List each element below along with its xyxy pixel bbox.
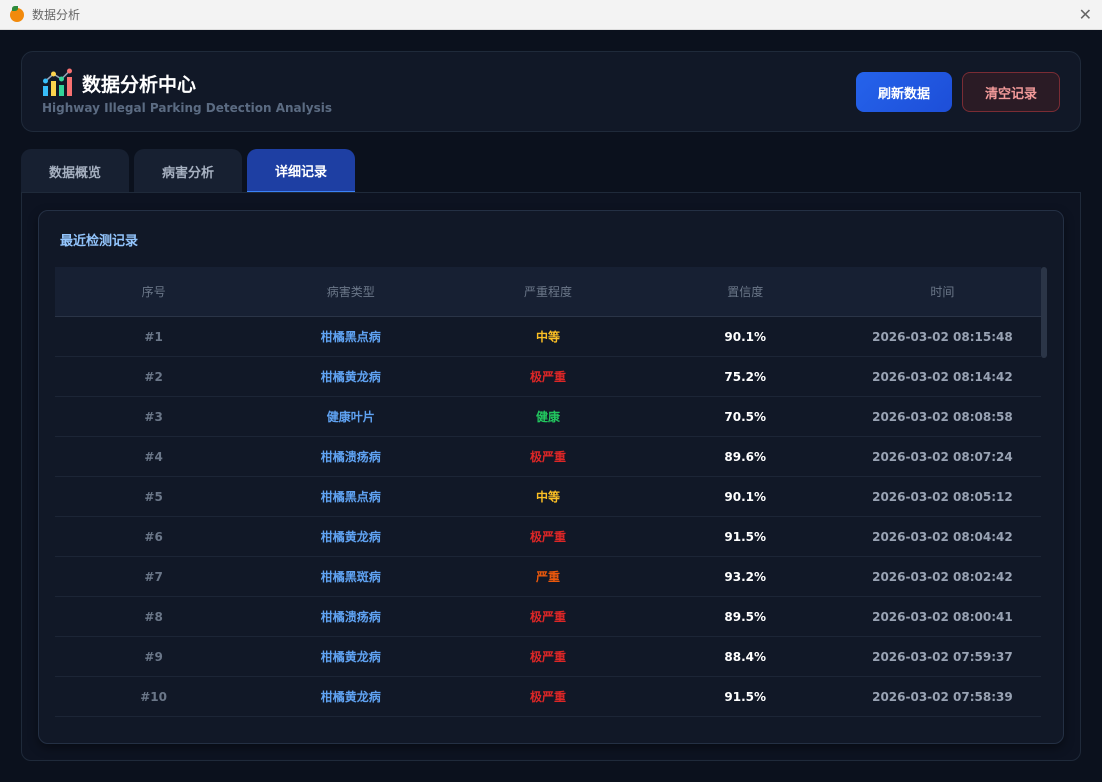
detection-time: 2026-03-02 08:05:12 — [872, 489, 1013, 504]
severity-label: 极严重 — [530, 690, 567, 704]
table-row[interactable]: #8 柑橘溃疡病 极严重 89.5% 2026-03-02 08:00:41 — [55, 597, 1041, 637]
severity-label: 严重 — [536, 570, 561, 584]
disease-type: 柑橘黑点病 — [320, 330, 381, 344]
detection-time: 2026-03-02 08:07:24 — [872, 449, 1013, 464]
disease-type: 柑橘溃疡病 — [320, 450, 381, 464]
disease-type: 柑橘溃疡病 — [320, 610, 381, 624]
disease-type: 柑橘黄龙病 — [320, 530, 381, 544]
record-id: #5 — [144, 489, 163, 504]
record-id: #4 — [144, 449, 163, 464]
record-id: #9 — [144, 649, 163, 664]
column-header-id[interactable]: 序号 — [55, 283, 252, 300]
refresh-data-button[interactable]: 刷新数据 — [856, 72, 952, 112]
severity-label: 健康 — [536, 410, 561, 424]
record-id: #3 — [144, 409, 163, 424]
table-row[interactable]: #10 柑橘黄龙病 极严重 91.5% 2026-03-02 07:58:39 — [55, 677, 1041, 717]
confidence-value: 89.6% — [724, 449, 767, 464]
table-row[interactable]: #6 柑橘黄龙病 极严重 91.5% 2026-03-02 08:04:42 — [55, 517, 1041, 557]
confidence-value: 90.1% — [724, 489, 767, 504]
tab-panel: 最近检测记录 序号 病害类型 严重程度 置信度 时间 #1 柑橘黑点病 中等 90.1… — [21, 192, 1081, 761]
disease-type: 柑橘黄龙病 — [320, 650, 381, 664]
records-card: 最近检测记录 序号 病害类型 严重程度 置信度 时间 #1 柑橘黑点病 中等 90.1… — [38, 210, 1064, 744]
column-header-type[interactable]: 病害类型 — [252, 283, 449, 300]
record-id: #10 — [140, 689, 167, 704]
close-icon[interactable]: ✕ — [1079, 5, 1092, 24]
table-row[interactable]: #4 柑橘溃疡病 极严重 89.6% 2026-03-02 08:07:24 — [55, 437, 1041, 477]
severity-label: 极严重 — [530, 650, 567, 664]
severity-label: 极严重 — [530, 450, 567, 464]
confidence-value: 88.4% — [724, 649, 767, 664]
disease-type: 柑橘黑斑病 — [320, 570, 381, 584]
records-table: 序号 病害类型 严重程度 置信度 时间 #1 柑橘黑点病 中等 90.1% 2026-0… — [55, 267, 1041, 717]
disease-type: 柑橘黑点病 — [320, 490, 381, 504]
chart-icon — [43, 68, 72, 96]
severity-label: 中等 — [536, 330, 561, 344]
column-header-time[interactable]: 时间 — [844, 283, 1041, 300]
record-id: #2 — [144, 369, 163, 384]
confidence-value: 90.1% — [724, 329, 767, 344]
table-row[interactable]: #7 柑橘黑斑病 严重 93.2% 2026-03-02 08:02:42 — [55, 557, 1041, 597]
severity-label: 极严重 — [530, 610, 567, 624]
clear-records-button[interactable]: 清空记录 — [962, 72, 1060, 112]
disease-type: 柑橘黄龙病 — [320, 370, 381, 384]
confidence-value: 91.5% — [724, 529, 767, 544]
disease-type: 柑橘黄龙病 — [320, 690, 381, 704]
tab-disease-analysis[interactable]: 病害分析 — [134, 149, 242, 193]
record-id: #1 — [144, 329, 163, 344]
confidence-value: 75.2% — [724, 369, 767, 384]
severity-label: 极严重 — [530, 370, 567, 384]
disease-type: 健康叶片 — [326, 410, 375, 424]
detection-time: 2026-03-02 08:15:48 — [872, 329, 1013, 344]
record-id: #8 — [144, 609, 163, 624]
page-subtitle: Highway Illegal Parking Detection Analys… — [42, 101, 332, 115]
table-row[interactable]: #1 柑橘黑点病 中等 90.1% 2026-03-02 08:15:48 — [55, 317, 1041, 357]
detection-time: 2026-03-02 08:00:41 — [872, 609, 1013, 624]
column-header-severity[interactable]: 严重程度 — [449, 283, 646, 300]
window-title: 数据分析 — [32, 8, 81, 22]
tab-detailed-records[interactable]: 详细记录 — [247, 149, 355, 193]
detection-time: 2026-03-02 08:08:58 — [872, 409, 1013, 424]
severity-label: 极严重 — [530, 530, 567, 544]
severity-label: 中等 — [536, 490, 561, 504]
window-titlebar: 数据分析 ✕ — [0, 0, 1102, 30]
detection-time: 2026-03-02 08:02:42 — [872, 569, 1013, 584]
page-title: 数据分析中心 — [82, 74, 197, 96]
confidence-value: 93.2% — [724, 569, 767, 584]
table-scrollbar[interactable] — [1041, 267, 1047, 358]
detection-time: 2026-03-02 07:59:37 — [872, 649, 1013, 664]
column-header-confidence[interactable]: 置信度 — [647, 283, 844, 300]
confidence-value: 89.5% — [724, 609, 767, 624]
tab-overview[interactable]: 数据概览 — [21, 149, 129, 193]
table-row[interactable]: #5 柑橘黑点病 中等 90.1% 2026-03-02 08:05:12 — [55, 477, 1041, 517]
table-row[interactable]: #9 柑橘黄龙病 极严重 88.4% 2026-03-02 07:59:37 — [55, 637, 1041, 677]
table-row[interactable]: #3 健康叶片 健康 70.5% 2026-03-02 08:08:58 — [55, 397, 1041, 437]
detection-time: 2026-03-02 08:14:42 — [872, 369, 1013, 384]
record-id: #6 — [144, 529, 163, 544]
orange-app-icon — [10, 5, 24, 22]
confidence-value: 91.5% — [724, 689, 767, 704]
detection-time: 2026-03-02 08:04:42 — [872, 529, 1013, 544]
header-card: 数据分析中心 Highway Illegal Parking Detection… — [21, 51, 1081, 132]
table-header: 序号 病害类型 严重程度 置信度 时间 — [55, 267, 1041, 317]
record-id: #7 — [144, 569, 163, 584]
detection-time: 2026-03-02 07:58:39 — [872, 689, 1013, 704]
records-title: 最近检测记录 — [60, 234, 139, 249]
confidence-value: 70.5% — [724, 409, 767, 424]
table-row[interactable]: #2 柑橘黄龙病 极严重 75.2% 2026-03-02 08:14:42 — [55, 357, 1041, 397]
